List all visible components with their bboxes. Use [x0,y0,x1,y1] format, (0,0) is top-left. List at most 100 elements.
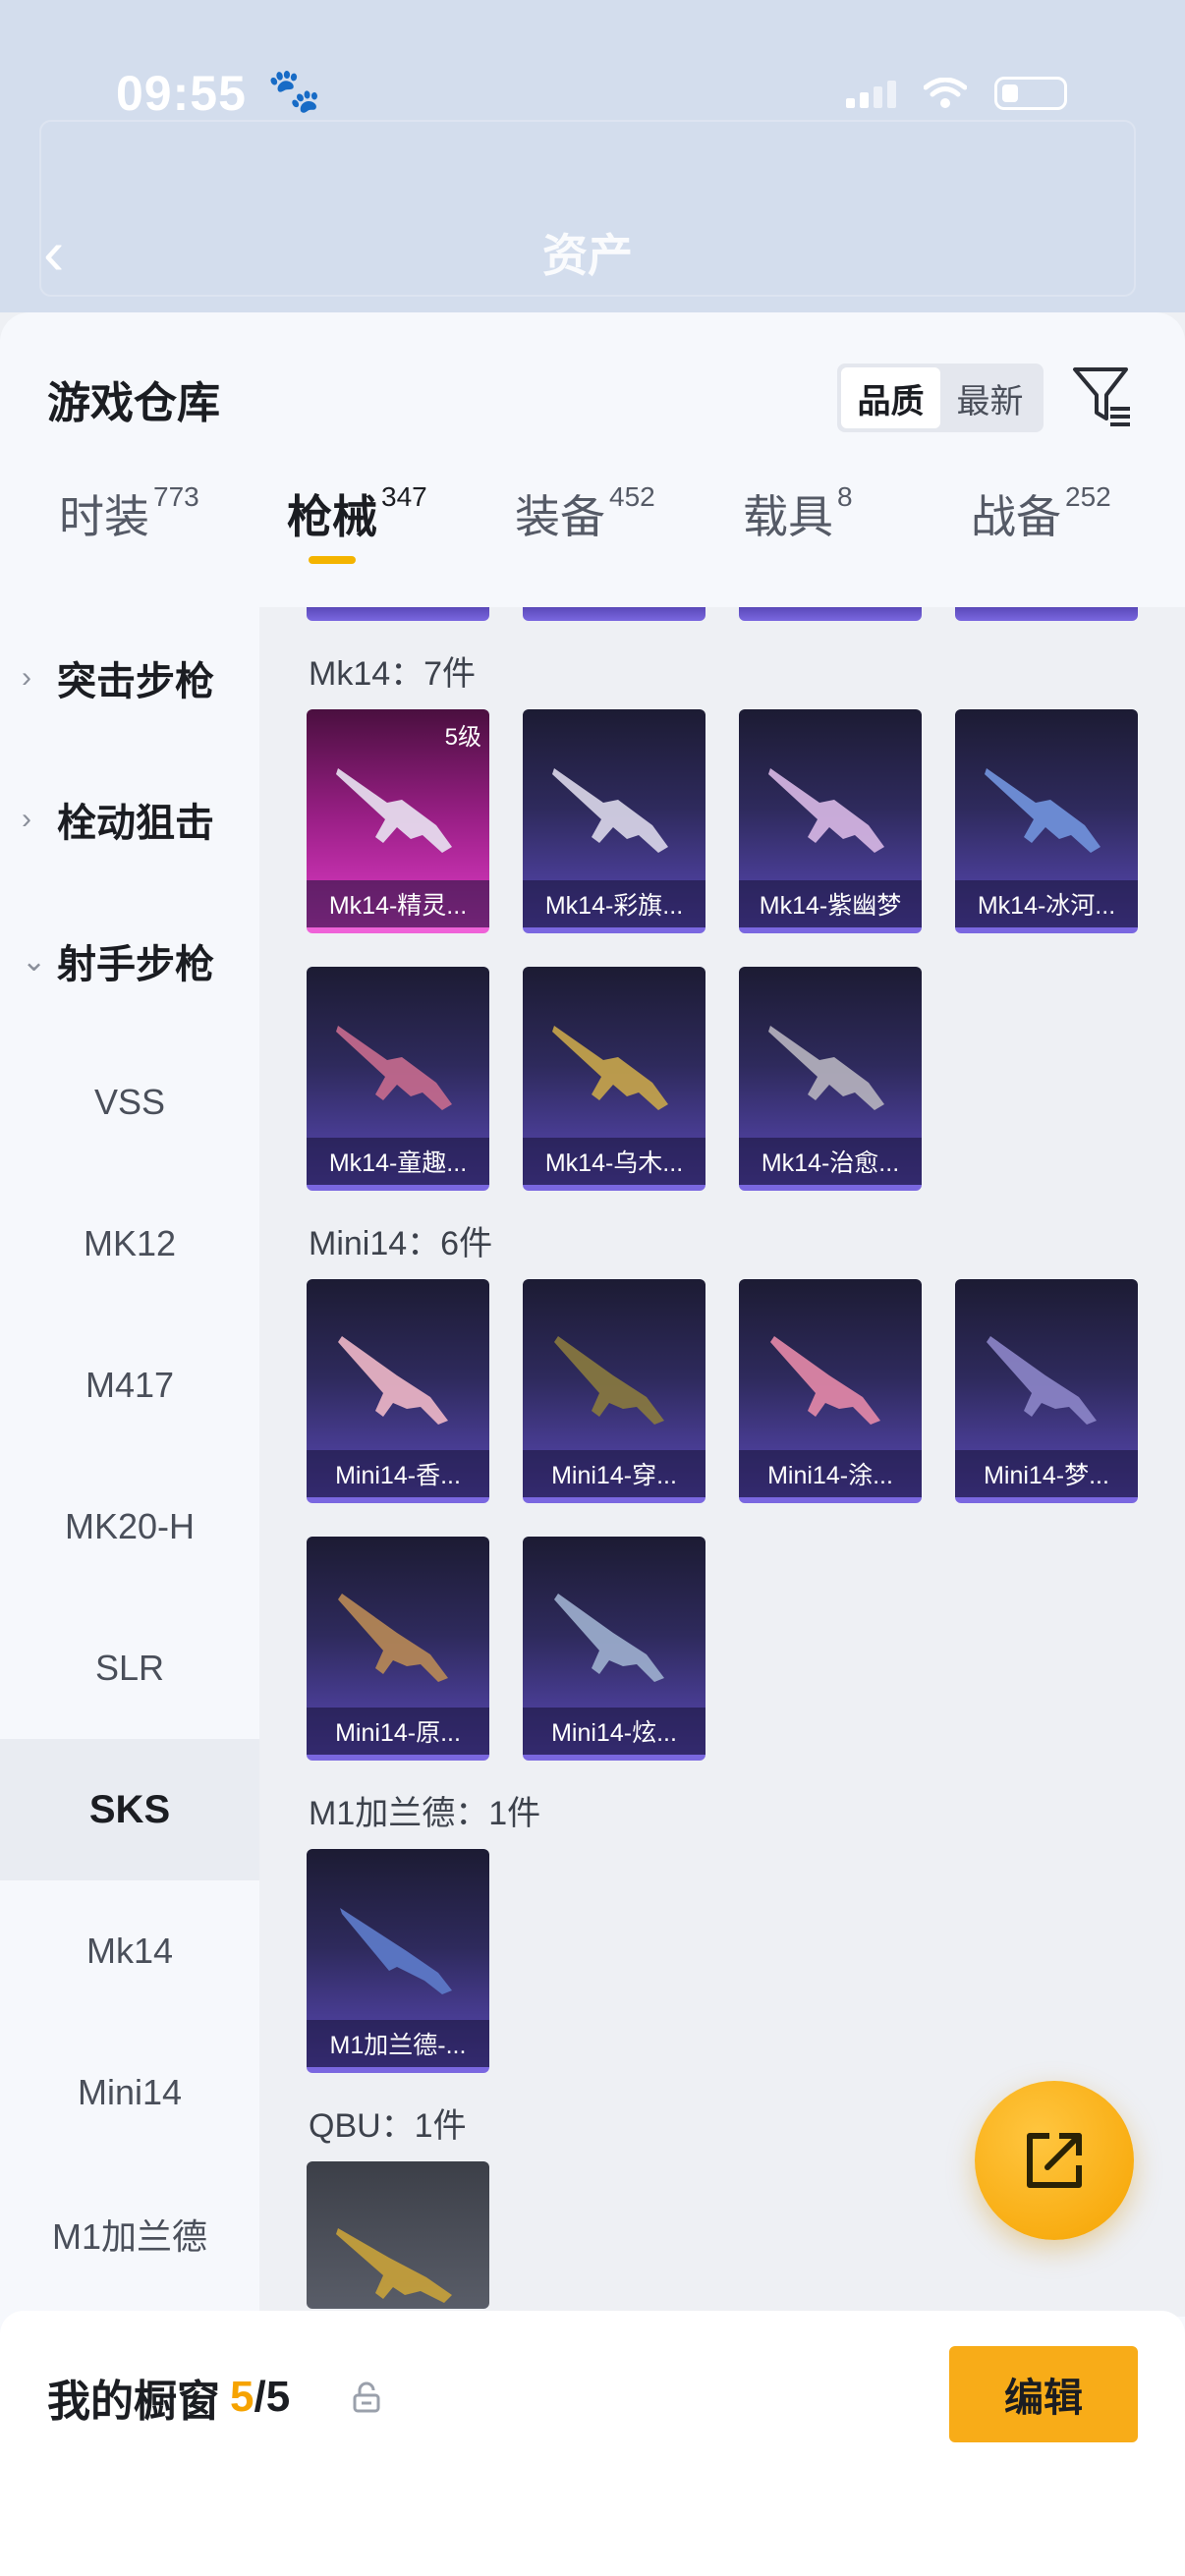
skin-name: Mk14-冰河... [955,880,1138,927]
category-tabs: 时装 773 枪械 347 装备 452 载具 8 战备 252 [0,481,1185,609]
sidebar-category-assault-rifle[interactable]: › 突击步枪 [0,607,259,749]
sidebar-item-mk12[interactable]: MK12 [0,1173,259,1315]
external-link-icon [1027,2133,1082,2188]
battery-icon [994,77,1067,110]
group-title-mk14: Mk14：7件 [309,655,477,693]
skin-name: Mk14-乌木... [523,1138,705,1185]
tab-label: 载具 [743,491,833,542]
skin-name: Mini14-穿... [523,1450,705,1497]
skin-name: Mk14-精灵... [307,880,489,927]
rifle-icon [336,1026,452,1110]
tab-count: 773 [153,481,199,512]
sort-option-quality[interactable]: 品质 [841,367,940,428]
rifle-icon [552,768,668,853]
previous-row-card[interactable] [307,607,489,621]
background-title: 资产 [542,230,633,281]
rifle-icon [770,1336,880,1425]
weapon-skin-grid: Mk14：7件 5级 Mk14-精灵... Mk14-彩旗... Mk14-紫幽… [259,607,1185,2317]
skin-card[interactable]: Mini14-原... [307,1537,489,1761]
rifle-icon [336,768,452,853]
sidebar-item-slr[interactable]: SLR [0,1597,259,1739]
skin-card[interactable]: Mk14-童趣... [307,967,489,1191]
skin-card[interactable]: Mk14-治愈... [739,967,922,1191]
wifi-icon [924,78,967,108]
tab-equipment[interactable]: 装备 452 [515,481,655,546]
background-page-header: 09:55 🐾 ‹ 资产 [0,0,1185,312]
sidebar-item-mini14[interactable]: Mini14 [0,2022,259,2163]
group-title-mini14: Mini14：6件 [309,1225,493,1262]
skin-card[interactable]: Mini14-涂... [739,1279,922,1503]
previous-row-card[interactable] [739,607,922,621]
showcase-title: 我的橱窗 [47,2378,220,2426]
sheet-title: 游戏仓库 [47,379,220,427]
tab-count: 347 [381,481,427,512]
sidebar-category-label: 射手步枪 [57,943,214,986]
sidebar-category-bolt-sniper[interactable]: › 栓动狙击 [0,749,259,890]
edit-button[interactable]: 编辑 [949,2346,1138,2442]
sidebar-item-sks[interactable]: SKS [0,1739,259,1880]
rifle-icon [768,768,884,853]
skin-card[interactable]: Mini14-香... [307,1279,489,1503]
skin-card[interactable]: Mk14-紫幽梦 [739,709,922,933]
level-badge: 5级 [444,724,481,751]
skin-name: Mini14-炫... [523,1708,705,1755]
skin-name: Mk14-童趣... [307,1138,489,1185]
skin-card[interactable]: M1加兰德-... [307,1849,489,2073]
signal-icon [846,79,896,108]
skin-name: Mini14-原... [307,1708,489,1755]
rifle-icon [338,1336,448,1425]
group-title-m1-garand: M1加兰德：1件 [309,1795,541,1832]
sidebar-item-vss[interactable]: VSS [0,1032,259,1173]
paw-icon: 🐾 [267,67,321,115]
chevron-right-icon: › [22,661,31,694]
lock-icon [353,2381,380,2413]
back-icon[interactable]: ‹ [43,216,64,289]
weapon-type-sidebar: › 突击步枪 › 栓动狙击 ⌄ 射手步枪 VSS MK12 M417 MK20-… [0,607,259,2317]
sidebar-category-label: 栓动狙击 [57,802,214,845]
skin-card[interactable]: 5级 Mk14-精灵... [307,709,489,933]
group-title-qbu: QBU：1件 [309,2107,467,2145]
tab-guns[interactable]: 枪械 347 [287,481,427,546]
sort-toggle: 品质 最新 [837,364,1044,432]
share-button[interactable] [975,2081,1134,2240]
sidebar-item-mk20h[interactable]: MK20-H [0,1456,259,1597]
tab-label: 战备 [971,491,1061,542]
rifle-icon [338,1594,448,1682]
rifle-icon [336,2228,452,2303]
tab-fashion[interactable]: 时装 773 [59,481,199,546]
skin-card[interactable]: Mk14-冰河... [955,709,1138,933]
showcase-current-count: 5 [230,2373,254,2421]
chevron-down-icon: ⌄ [22,944,47,978]
skin-name: Mini14-梦... [955,1450,1138,1497]
rifle-icon [985,768,1100,853]
tab-vehicles[interactable]: 载具 8 [743,481,853,546]
tab-count: 8 [837,481,853,512]
sidebar-category-dmr[interactable]: ⌄ 射手步枪 [0,890,259,1032]
sort-option-newest[interactable]: 最新 [940,367,1040,428]
skin-card[interactable]: Mini14-炫... [523,1537,705,1761]
tab-supplies[interactable]: 战备 252 [971,481,1111,546]
skin-card[interactable]: Mk14-乌木... [523,967,705,1191]
status-icons [846,77,1067,110]
rifle-icon [554,1594,664,1682]
skin-name: M1加兰德-... [307,2020,489,2067]
sidebar-item-mk14[interactable]: Mk14 [0,1880,259,2022]
filter-icon[interactable] [1071,360,1134,430]
rifle-icon [768,1026,884,1110]
rifle-icon [987,1336,1097,1425]
showcase-bar: 我的橱窗 5 /5 编辑 [0,2311,1185,2576]
skin-card[interactable]: Mini14-梦... [955,1279,1138,1503]
previous-row-card[interactable] [955,607,1138,621]
showcase-total-count: /5 [254,2373,291,2421]
active-tab-indicator [309,556,356,564]
sidebar-item-m417[interactable]: M417 [0,1315,259,1456]
skin-card[interactable]: Mini14-穿... [523,1279,705,1503]
skin-name: Mini14-涂... [739,1450,922,1497]
tab-count: 252 [1065,481,1111,512]
skin-card[interactable] [307,2161,489,2309]
sidebar-item-m1-garand[interactable]: M1加兰德 [0,2163,259,2305]
skin-card[interactable]: Mk14-彩旗... [523,709,705,933]
skin-name: Mk14-彩旗... [523,880,705,927]
previous-row-card[interactable] [523,607,705,621]
tab-label: 时装 [59,491,149,542]
